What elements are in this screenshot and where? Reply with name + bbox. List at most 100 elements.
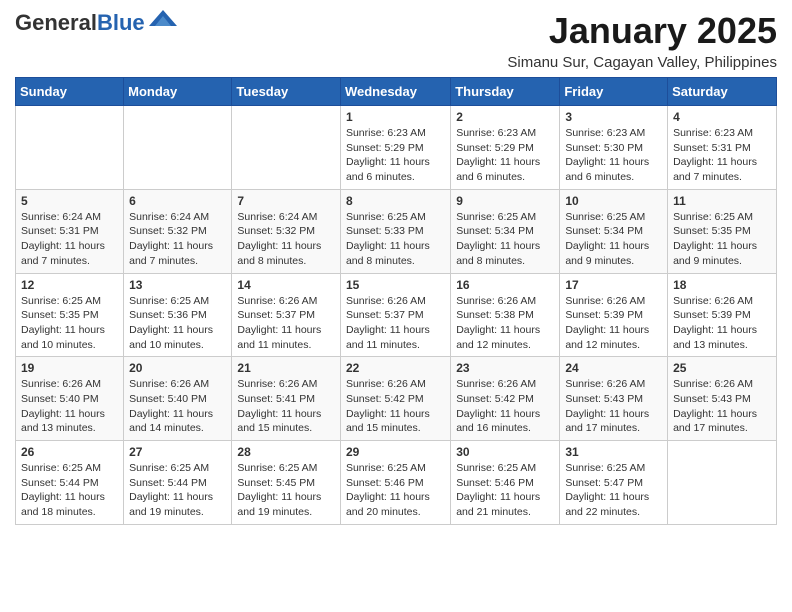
day-info-line: Sunrise: 6:26 AM [21,377,118,392]
calendar-cell: 3Sunrise: 6:23 AMSunset: 5:30 PMDaylight… [560,106,668,190]
day-info-line: Sunrise: 6:25 AM [565,461,662,476]
day-info-line: Sunset: 5:35 PM [673,224,771,239]
day-info-line: Sunrise: 6:24 AM [21,210,118,225]
calendar-week-3: 12Sunrise: 6:25 AMSunset: 5:35 PMDayligh… [16,273,777,357]
day-number: 10 [565,194,662,208]
day-info-line: Sunrise: 6:25 AM [456,461,554,476]
day-number: 25 [673,361,771,375]
calendar-cell: 13Sunrise: 6:25 AMSunset: 5:36 PMDayligh… [124,273,232,357]
calendar-cell: 15Sunrise: 6:26 AMSunset: 5:37 PMDayligh… [340,273,450,357]
day-info-line: Daylight: 11 hours and 17 minutes. [565,407,662,436]
day-info-line: Daylight: 11 hours and 20 minutes. [346,490,445,519]
calendar-cell: 5Sunrise: 6:24 AMSunset: 5:31 PMDaylight… [16,189,124,273]
day-info-line: Sunrise: 6:25 AM [21,461,118,476]
day-number: 30 [456,445,554,459]
calendar-table: SundayMondayTuesdayWednesdayThursdayFrid… [15,77,777,525]
day-info-line: Daylight: 11 hours and 9 minutes. [565,239,662,268]
day-number: 3 [565,110,662,124]
day-info: Sunrise: 6:26 AMSunset: 5:41 PMDaylight:… [237,377,335,436]
day-info: Sunrise: 6:26 AMSunset: 5:43 PMDaylight:… [565,377,662,436]
day-number: 7 [237,194,335,208]
day-info-line: Sunrise: 6:25 AM [346,461,445,476]
day-info-line: Sunset: 5:34 PM [456,224,554,239]
calendar-cell: 16 Sunrise: 6:26 AMSunset: 5:38 PMDayligh… [451,273,560,357]
calendar-cell: 11Sunrise: 6:25 AMSunset: 5:35 PMDayligh… [668,189,777,273]
day-info-line: Sunrise: 6:25 AM [565,210,662,225]
day-number: 20 [129,361,226,375]
day-info-line: Sunset: 5:43 PM [673,392,771,407]
day-number: 31 [565,445,662,459]
day-info: Sunrise: 6:25 AMSunset: 5:33 PMDaylight:… [346,210,445,269]
day-info-line: Sunset: 5:40 PM [129,392,226,407]
day-info-line: Daylight: 11 hours and 19 minutes. [129,490,226,519]
calendar-cell [668,441,777,525]
day-info-line: Sunset: 5:29 PM [346,141,445,156]
day-info-line: Sunset: 5:44 PM [21,476,118,491]
day-info-line: Sunset: 5:34 PM [565,224,662,239]
day-info-line: Sunset: 5:31 PM [673,141,771,156]
day-info-line: Sunrise: 6:26 AM [456,377,554,392]
day-info-line: Daylight: 11 hours and 6 minutes. [456,155,554,184]
day-info-line: Sunset: 5:42 PM [346,392,445,407]
day-info: Sunrise: 6:25 AMSunset: 5:44 PMDaylight:… [21,461,118,520]
day-info-line: Sunrise: 6:25 AM [673,210,771,225]
day-info-line: Sunrise: 6:23 AM [456,126,554,141]
day-info-line: Sunrise: 6:25 AM [129,461,226,476]
calendar-cell: 25 Sunrise: 6:26 AMSunset: 5:43 PMDayligh… [668,357,777,441]
day-info: Sunrise: 6:25 AMSunset: 5:44 PMDaylight:… [129,461,226,520]
weekday-header-tuesday: Tuesday [232,78,341,106]
weekday-header-row: SundayMondayTuesdayWednesdayThursdayFrid… [16,78,777,106]
calendar-cell: 31 Sunrise: 6:25 AMSunset: 5:47 PMDayligh… [560,441,668,525]
day-number: 24 [565,361,662,375]
day-info-line: Sunset: 5:46 PM [346,476,445,491]
day-info-line: Sunset: 5:43 PM [565,392,662,407]
day-number: 6 [129,194,226,208]
day-info: Sunrise: 6:25 AMSunset: 5:46 PMDaylight:… [456,461,554,520]
day-info-line: Sunset: 5:47 PM [565,476,662,491]
day-info: Sunrise: 6:26 AMSunset: 5:38 PMDaylight:… [456,294,554,353]
day-info: Sunrise: 6:23 AMSunset: 5:31 PMDaylight:… [673,126,771,185]
day-info-line: Sunset: 5:39 PM [565,308,662,323]
day-number: 11 [673,194,771,208]
weekday-header-sunday: Sunday [16,78,124,106]
day-info-line: Daylight: 11 hours and 10 minutes. [129,323,226,352]
day-info: Sunrise: 6:25 AMSunset: 5:34 PMDaylight:… [565,210,662,269]
day-info-line: Daylight: 11 hours and 10 minutes. [21,323,118,352]
day-info: Sunrise: 6:26 AMSunset: 5:43 PMDaylight:… [673,377,771,436]
day-number: 13 [129,278,226,292]
calendar-cell: 21Sunrise: 6:26 AMSunset: 5:41 PMDayligh… [232,357,341,441]
day-info-line: Daylight: 11 hours and 7 minutes. [21,239,118,268]
day-info-line: Daylight: 11 hours and 6 minutes. [346,155,445,184]
day-info-line: Daylight: 11 hours and 14 minutes. [129,407,226,436]
day-info: Sunrise: 6:26 AMSunset: 5:40 PMDaylight:… [129,377,226,436]
day-info: Sunrise: 6:23 AMSunset: 5:29 PMDaylight:… [346,126,445,185]
day-number: 16 [456,278,554,292]
day-info-line: Daylight: 11 hours and 19 minutes. [237,490,335,519]
day-info-line: Daylight: 11 hours and 17 minutes. [673,407,771,436]
calendar-cell [124,106,232,190]
day-info-line: Sunset: 5:29 PM [456,141,554,156]
day-info-line: Sunset: 5:30 PM [565,141,662,156]
day-info-line: Sunset: 5:41 PM [237,392,335,407]
day-info-line: Sunset: 5:31 PM [21,224,118,239]
calendar-cell: 28Sunrise: 6:25 AMSunset: 5:45 PMDayligh… [232,441,341,525]
calendar-cell: 30 Sunrise: 6:25 AMSunset: 5:46 PMDayligh… [451,441,560,525]
calendar-cell [16,106,124,190]
day-info-line: Daylight: 11 hours and 6 minutes. [565,155,662,184]
calendar-week-1: 1Sunrise: 6:23 AMSunset: 5:29 PMDaylight… [16,106,777,190]
day-info-line: Daylight: 11 hours and 12 minutes. [565,323,662,352]
day-info-line: Sunset: 5:32 PM [237,224,335,239]
calendar-cell: 8Sunrise: 6:25 AMSunset: 5:33 PMDaylight… [340,189,450,273]
day-info: Sunrise: 6:25 AMSunset: 5:45 PMDaylight:… [237,461,335,520]
calendar-cell: 23Sunrise: 6:26 AMSunset: 5:42 PMDayligh… [451,357,560,441]
day-info: Sunrise: 6:26 AMSunset: 5:37 PMDaylight:… [346,294,445,353]
day-info: Sunrise: 6:23 AMSunset: 5:29 PMDaylight:… [456,126,554,185]
calendar-cell [232,106,341,190]
calendar-cell: 29Sunrise: 6:25 AMSunset: 5:46 PMDayligh… [340,441,450,525]
logo-blue: Blue [97,10,145,35]
day-info-line: Sunset: 5:36 PM [129,308,226,323]
weekday-header-friday: Friday [560,78,668,106]
calendar-cell: 12Sunrise: 6:25 AMSunset: 5:35 PMDayligh… [16,273,124,357]
day-info-line: Daylight: 11 hours and 15 minutes. [346,407,445,436]
day-info-line: Daylight: 11 hours and 22 minutes. [565,490,662,519]
